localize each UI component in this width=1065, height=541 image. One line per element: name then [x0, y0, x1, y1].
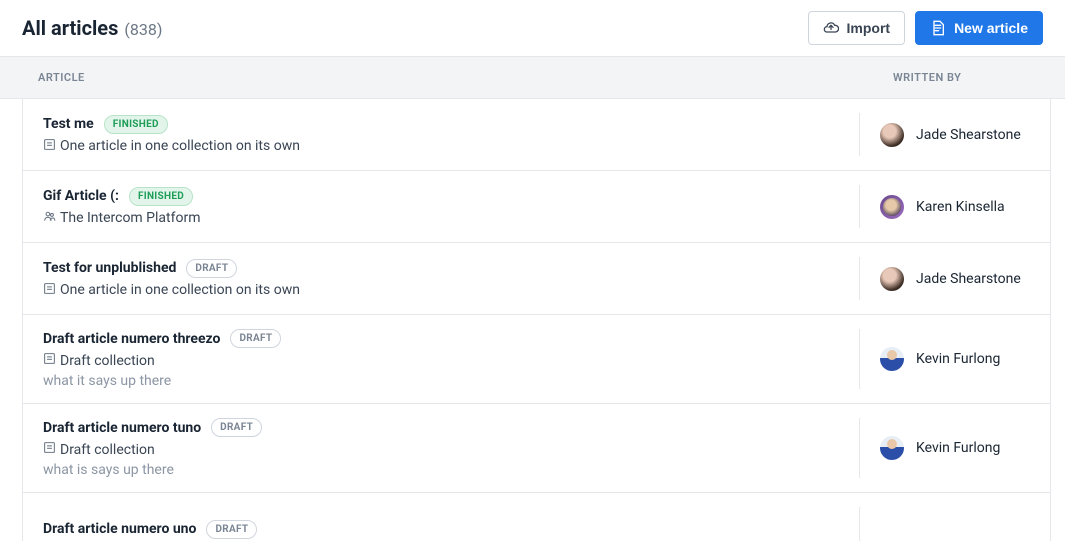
row-article-cell: Draft article numero uno DRAFT	[23, 507, 860, 541]
table-row[interactable]: Draft article numero threezo DRAFT Draft c…	[23, 315, 1050, 404]
row-title-line: Test for unplublished DRAFT	[43, 259, 839, 278]
row-title-line: Test me FINISHED	[43, 115, 839, 134]
article-collection[interactable]: One article in one collection on its own	[43, 282, 839, 299]
article-description: what is says up there	[43, 462, 839, 478]
table-row[interactable]: Test for unplublished DRAFT One article in…	[23, 243, 1050, 315]
page-title: All articles	[22, 16, 118, 40]
table-row[interactable]: Draft article numero uno DRAFT	[23, 493, 1050, 541]
row-author-cell: Kevin Furlong	[860, 347, 1050, 371]
article-title[interactable]: Test for unplublished	[43, 260, 176, 276]
row-article-cell: Gif Article (: FINISHED The Intercom Platf…	[23, 185, 860, 228]
new-article-button[interactable]: New article	[915, 11, 1043, 45]
collection-name: The Intercom Platform	[60, 210, 201, 226]
article-list-scroll[interactable]: Test me FINISHED One article in one collec…	[0, 99, 1065, 541]
status-badge: DRAFT	[206, 520, 257, 539]
row-author-cell: Kevin Furlong	[860, 436, 1050, 460]
document-icon	[930, 20, 946, 36]
article-description: what it says up there	[43, 373, 839, 389]
article-collection[interactable]: The Intercom Platform	[43, 210, 839, 227]
header-actions: Import New article	[808, 11, 1044, 45]
column-header-article: ARTICLE	[38, 71, 875, 84]
avatar[interactable]	[880, 436, 904, 460]
status-badge: DRAFT	[230, 329, 281, 348]
article-collection[interactable]: Draft collection	[43, 441, 839, 458]
row-article-cell: Draft article numero tuno DRAFT Draft coll…	[23, 418, 860, 478]
author-name[interactable]: Kevin Furlong	[916, 440, 1000, 456]
author-name[interactable]: Karen Kinsella	[916, 199, 1005, 215]
status-badge: DRAFT	[186, 259, 237, 278]
table-row[interactable]: Test me FINISHED One article in one collec…	[23, 99, 1050, 171]
author-name[interactable]: Jade Shearstone	[916, 271, 1021, 287]
article-title[interactable]: Draft article numero tuno	[43, 420, 201, 436]
page-header: All articles (838) Import New article	[0, 0, 1065, 57]
row-title-line: Draft article numero uno DRAFT	[43, 520, 839, 539]
new-article-label: New article	[954, 20, 1028, 36]
row-title-line: Draft article numero tuno DRAFT	[43, 418, 839, 437]
article-title[interactable]: Draft article numero threezo	[43, 331, 220, 347]
status-badge: DRAFT	[211, 418, 262, 437]
row-author-cell: Karen Kinsella	[860, 195, 1050, 219]
avatar[interactable]	[880, 123, 904, 147]
table-header: ARTICLE WRITTEN BY	[0, 57, 1065, 99]
row-author-cell: Jade Shearstone	[860, 267, 1050, 291]
author-name[interactable]: Jade Shearstone	[916, 127, 1021, 143]
row-article-cell: Test me FINISHED One article in one collec…	[23, 113, 860, 156]
status-badge: FINISHED	[104, 115, 168, 134]
import-button[interactable]: Import	[808, 11, 906, 45]
row-article-cell: Draft article numero threezo DRAFT Draft c…	[23, 329, 860, 389]
import-label: Import	[847, 20, 891, 36]
cloud-upload-icon	[823, 20, 839, 36]
table-row[interactable]: Draft article numero tuno DRAFT Draft coll…	[23, 404, 1050, 493]
collection-icon	[43, 352, 56, 369]
article-title[interactable]: Test me	[43, 116, 94, 132]
article-title[interactable]: Gif Article (:	[43, 188, 119, 204]
avatar[interactable]	[880, 195, 904, 219]
row-title-line: Draft article numero threezo DRAFT	[43, 329, 839, 348]
status-badge: FINISHED	[129, 187, 193, 206]
collection-icon	[43, 282, 56, 299]
avatar[interactable]	[880, 347, 904, 371]
article-collection[interactable]: One article in one collection on its own	[43, 138, 839, 155]
collection-name: One article in one collection on its own	[60, 138, 300, 154]
collection-icon	[43, 441, 56, 458]
collection-name: Draft collection	[60, 442, 155, 458]
column-header-writtenby: WRITTEN BY	[875, 71, 1065, 84]
row-author-cell: Jade Shearstone	[860, 123, 1050, 147]
collection-icon	[43, 138, 56, 155]
article-collection[interactable]: Draft collection	[43, 352, 839, 369]
title-wrap: All articles (838)	[22, 16, 162, 40]
page-count: (838)	[124, 20, 162, 39]
collection-name: Draft collection	[60, 353, 155, 369]
author-name[interactable]: Kevin Furlong	[916, 351, 1000, 367]
collection-name: One article in one collection on its own	[60, 282, 300, 298]
article-title[interactable]: Draft article numero uno	[43, 521, 196, 537]
row-article-cell: Test for unplublished DRAFT One article in…	[23, 257, 860, 300]
people-icon	[43, 210, 56, 227]
avatar[interactable]	[880, 267, 904, 291]
row-title-line: Gif Article (: FINISHED	[43, 187, 839, 206]
article-list: Test me FINISHED One article in one collec…	[22, 99, 1051, 541]
table-row[interactable]: Gif Article (: FINISHED The Intercom Platf…	[23, 171, 1050, 243]
